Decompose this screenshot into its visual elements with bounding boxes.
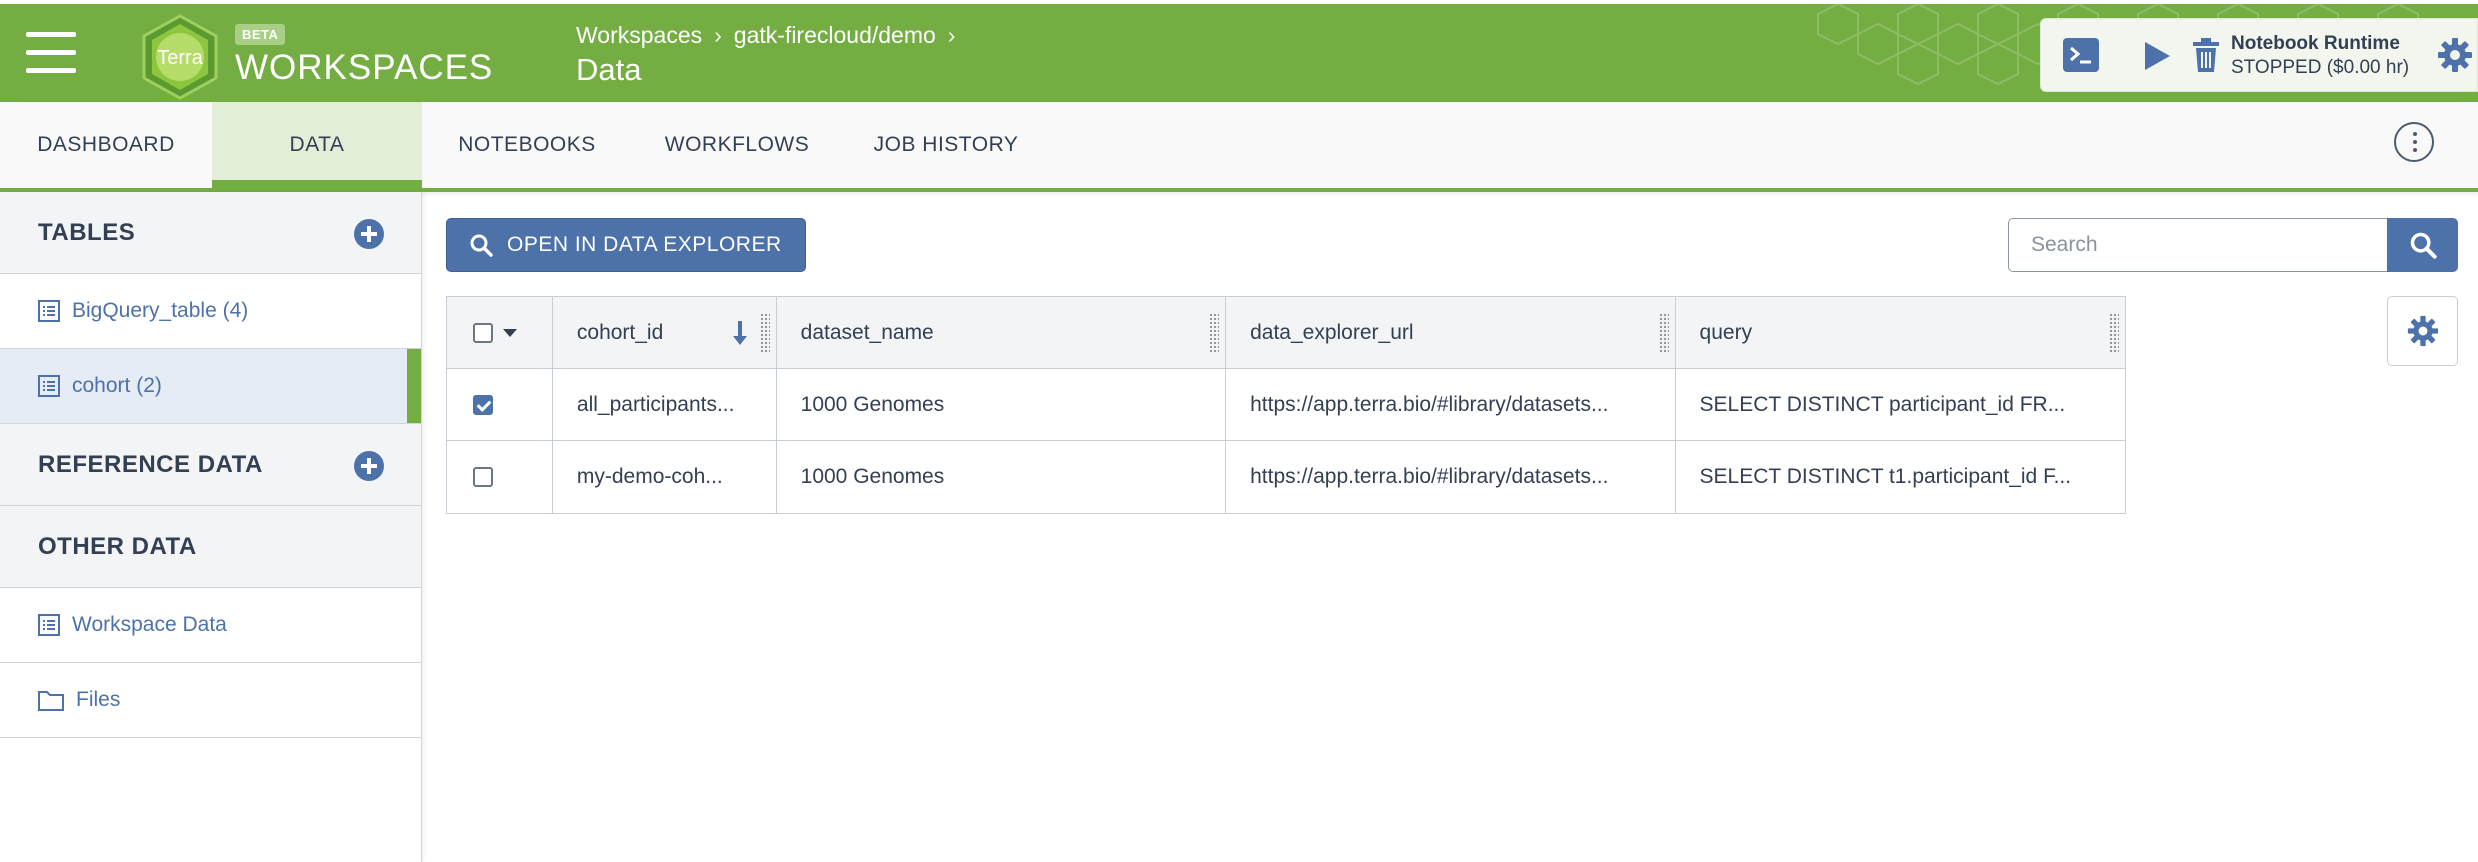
runtime-title: Notebook Runtime — [2231, 33, 2400, 54]
column-resize-handle[interactable] — [759, 313, 770, 353]
sidebar-item-workspace-data[interactable]: Workspace Data — [0, 588, 421, 663]
product-name: WORKSPACES — [235, 48, 494, 87]
table-cell[interactable]: https://app.terra.bio/#library/datasets.… — [1226, 441, 1676, 513]
tables-section-header: TABLES — [0, 192, 421, 274]
column-header-data-explorer-url[interactable]: data_explorer_url — [1226, 297, 1676, 368]
row-select-cell — [447, 369, 553, 440]
chevron-down-icon[interactable] — [503, 328, 517, 337]
entity-data-table: cohort_id dataset_name data_explorer_url… — [446, 296, 2126, 514]
terra-logo[interactable]: Terra — [140, 14, 220, 100]
gear-icon — [2407, 315, 2438, 347]
tab-dashboard[interactable]: DASHBOARD — [0, 102, 212, 188]
sidebar-item-label: Workspace Data — [72, 613, 227, 636]
table-settings-button[interactable] — [2387, 296, 2458, 366]
column-header-cohort-id[interactable]: cohort_id — [553, 297, 777, 368]
sidebar-item-files[interactable]: Files — [0, 663, 421, 738]
gear-icon[interactable] — [2437, 37, 2473, 73]
add-table-icon[interactable] — [353, 218, 385, 250]
search-button[interactable] — [2387, 218, 2458, 272]
sidebar-item-cohort[interactable]: cohort (2) — [0, 349, 421, 424]
folder-icon — [38, 691, 64, 711]
notebook-runtime-panel: Notebook Runtime STOPPED ($0.00 hr) — [2040, 18, 2478, 92]
sidebar-item-label: Files — [76, 688, 121, 711]
tables-heading: TABLES — [38, 218, 136, 246]
sort-arrow-icon[interactable] — [732, 319, 748, 347]
search-input[interactable] — [2008, 218, 2388, 272]
row-select-cell — [447, 441, 553, 513]
column-header-query[interactable]: query — [1676, 297, 2125, 368]
breadcrumb-workspaces-link[interactable]: Workspaces — [576, 22, 702, 49]
column-resize-handle[interactable] — [1209, 313, 1220, 353]
column-resize-handle[interactable] — [1658, 313, 1669, 353]
runtime-status: STOPPED ($0.00 hr) — [2231, 57, 2410, 78]
table-cell[interactable]: my-demo-coh... — [553, 441, 777, 513]
search-icon — [2410, 232, 2437, 259]
beta-badge: BETA — [235, 24, 286, 45]
list-icon — [38, 375, 60, 397]
row-checkbox[interactable] — [473, 467, 493, 487]
select-all-cell — [447, 297, 553, 368]
table-row: all_participants... 1000 Genomes https:/… — [447, 369, 2125, 441]
table-row: my-demo-coh... 1000 Genomes https://app.… — [447, 441, 2125, 513]
column-header-label: query — [1699, 320, 1753, 344]
table-cell[interactable]: SELECT DISTINCT t1.participant_id F... — [1676, 441, 2125, 513]
other-data-heading: OTHER DATA — [38, 532, 197, 560]
table-cell[interactable]: 1000 Genomes — [777, 369, 1227, 440]
play-icon[interactable] — [2143, 41, 2171, 71]
breadcrumb-separator: › — [714, 22, 722, 48]
tab-notebooks[interactable]: NOTEBOOKS — [436, 102, 618, 188]
add-reference-icon[interactable] — [353, 450, 385, 482]
tab-job-history[interactable]: JOB HISTORY — [856, 102, 1036, 188]
column-header-label: cohort_id — [576, 320, 664, 344]
breadcrumb: Workspaces › gatk-firecloud/demo › — [576, 22, 955, 49]
column-header-label: data_explorer_url — [1250, 320, 1414, 344]
table-cell[interactable]: SELECT DISTINCT participant_id FR... — [1676, 369, 2125, 440]
page-title: Data — [576, 52, 642, 87]
list-icon — [38, 300, 60, 322]
tab-workflows[interactable]: WORKFLOWS — [648, 102, 826, 188]
hamburger-menu-icon[interactable] — [26, 32, 76, 74]
open-in-data-explorer-button[interactable]: OPEN IN DATA EXPLORER — [446, 218, 806, 272]
trash-icon[interactable] — [2191, 37, 2221, 73]
breadcrumb-separator: › — [947, 22, 956, 48]
explorer-button-label: OPEN IN DATA EXPLORER — [507, 233, 782, 256]
column-resize-handle[interactable] — [2109, 313, 2119, 353]
table-cell[interactable]: 1000 Genomes — [777, 441, 1227, 513]
select-all-checkbox[interactable] — [473, 322, 493, 343]
workspace-tab-bar: DASHBOARD DATA NOTEBOOKS WORKFLOWS JOB H… — [0, 102, 2478, 192]
reference-data-heading: REFERENCE DATA — [38, 450, 263, 478]
terminal-icon[interactable] — [2063, 38, 2099, 72]
column-header-dataset-name[interactable]: dataset_name — [777, 297, 1227, 368]
data-sidebar: TABLES BigQuery_table (4) cohort (2) REF… — [0, 192, 422, 862]
sidebar-item-label: BigQuery_table (4) — [72, 299, 249, 322]
search-icon — [470, 234, 493, 257]
table-cell[interactable]: all_participants... — [553, 369, 777, 440]
breadcrumb-workspace-link[interactable]: gatk-firecloud/demo — [734, 22, 936, 49]
table-cell[interactable]: https://app.terra.bio/#library/datasets.… — [1226, 369, 1676, 440]
logo-text: Terra — [157, 47, 203, 69]
column-header-label: dataset_name — [800, 320, 934, 344]
sidebar-item-bigquery-table[interactable]: BigQuery_table (4) — [0, 274, 421, 349]
tab-data[interactable]: DATA — [212, 102, 422, 192]
more-options-icon[interactable] — [2394, 122, 2434, 162]
row-checkbox[interactable] — [473, 394, 493, 415]
table-header-row: cohort_id dataset_name data_explorer_url… — [447, 297, 2125, 369]
list-icon — [38, 614, 60, 636]
top-header: Terra BETA WORKSPACES Workspaces › gatk-… — [0, 0, 2478, 102]
reference-data-section-header: REFERENCE DATA — [0, 424, 421, 506]
sidebar-item-label: cohort (2) — [72, 374, 162, 397]
other-data-section-header: OTHER DATA — [0, 506, 421, 588]
